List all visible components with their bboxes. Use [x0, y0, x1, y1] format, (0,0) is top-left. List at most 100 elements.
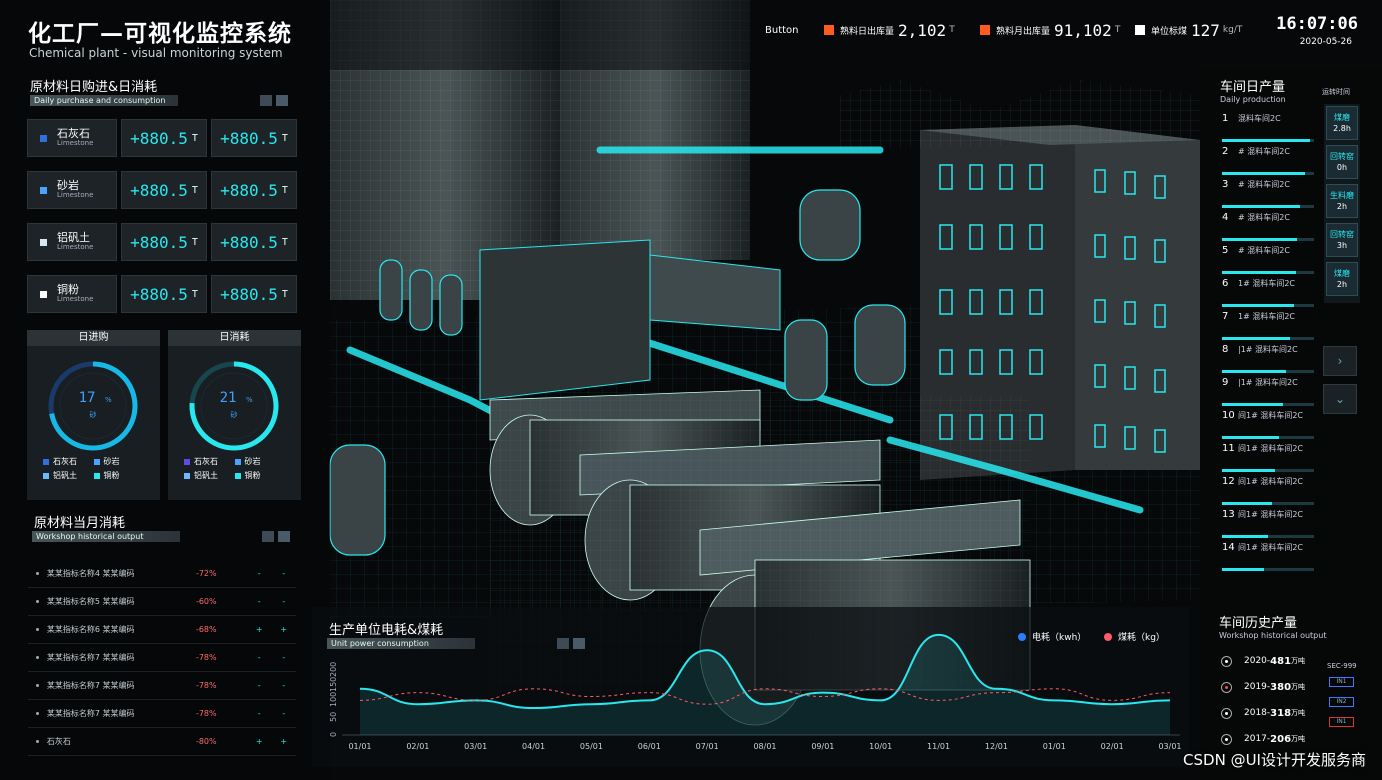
rank-item[interactable]: 5 # 混料车间2C [1222, 245, 1317, 278]
list-item[interactable]: 某某指标名称7 某某编码 -78% - - [28, 672, 296, 700]
rank-label: 间1# 混料车间2C [1238, 444, 1304, 453]
page-title: 化工厂—可视化监控系统 [28, 21, 292, 47]
legend-item: 铜粉 [93, 470, 145, 481]
material-purchase-value: +880.5 T [121, 171, 207, 209]
radio-icon [1221, 707, 1232, 719]
legend-item: 砂岩 [234, 456, 286, 467]
x-tick-label: 01/01 [1043, 742, 1066, 751]
gauge-daily-purchase: 日进购 17 % 砂 石灰石 砂岩 铝矾土 铜粉 [27, 330, 160, 500]
legend-item: 砂岩 [93, 456, 145, 467]
x-tick-label: 12/01 [985, 742, 1008, 751]
rank-item[interactable]: 14 间1# 混料车间2C [1222, 542, 1317, 575]
rank-bar-fill [1222, 271, 1296, 274]
radio-icon [1221, 655, 1232, 667]
gauge-legend: 石灰石 砂岩 铝矾土 铜粉 [168, 456, 301, 481]
rank-bar [1222, 403, 1314, 406]
history-item[interactable]: 2019- 380 万吨 [1221, 674, 1331, 700]
gauge-ring: 17 % 砂 [48, 361, 138, 451]
rank-number: 6 [1222, 278, 1229, 289]
power-consumption-chart: 生产单位电耗&煤耗 Unit power consumption 电耗（kwh）… [312, 607, 1190, 767]
chevron-right-icon[interactable]: › [1323, 346, 1357, 376]
rank-item[interactable]: 4 # 混料车间2C [1222, 212, 1317, 245]
list-item[interactable]: 石灰石 -80% + + [28, 728, 296, 756]
rank-number: 11 [1222, 443, 1235, 454]
settings-icon[interactable] [276, 95, 288, 106]
rank-number: 5 [1222, 245, 1229, 256]
runtime-tile[interactable]: 回转窑 0h [1326, 145, 1358, 179]
page-subtitle: Chemical plant - visual monitoring syste… [29, 46, 283, 60]
rank-label: |1# 混料车间2C [1238, 378, 1298, 387]
runtime-tile[interactable]: 回转窑 3h [1326, 223, 1358, 257]
runtime-tile[interactable]: 煤磨 2.8h [1326, 106, 1358, 140]
gauge-sub: 砂 [231, 410, 238, 419]
clock-time: 16:07:06 [1276, 14, 1358, 34]
x-tick-label: 03/01 [1158, 742, 1181, 751]
rank-number: 10 [1222, 410, 1235, 421]
rank-label: 间1# 混料车间2C [1238, 543, 1304, 552]
x-tick-label: 09/01 [811, 742, 834, 751]
tag-in2: IN2 [1329, 697, 1354, 707]
history-item[interactable]: 2018- 318 万吨 [1221, 700, 1331, 726]
material-color-dot [40, 134, 47, 142]
x-tick-label: 10/01 [869, 742, 892, 751]
tag-in1-alert: IN1 [1329, 717, 1354, 727]
production-title: 车间日产量 [1220, 80, 1286, 95]
list-item[interactable]: 某某指标名称6 某某编码 -68% + + [28, 616, 296, 644]
list-item[interactable]: 某某指标名称7 某某编码 -78% - - [28, 644, 296, 672]
gauge-legend: 石灰石 砂岩 铝矾土 铜粉 [27, 456, 160, 481]
production-rank-list: 1 混料车间2C 2 # 混料车间2C 3 # 混料车间2C 4 # 混料车间2C 5 # 混料车… [1222, 113, 1317, 575]
rank-item[interactable]: 11 间1# 混料车间2C [1222, 443, 1317, 476]
history-subtitle: Workshop historical output [1219, 631, 1327, 640]
rank-bar-fill [1222, 370, 1287, 373]
legend-item: 石灰石 [184, 456, 235, 467]
expand-icon[interactable] [262, 531, 274, 542]
settings-icon[interactable] [278, 531, 290, 542]
rank-label: 间1# 混料车间2C [1238, 477, 1304, 486]
material-consume-value: +880.5 T [211, 119, 297, 157]
monthly-subtitle: Workshop historical output [32, 531, 180, 542]
rank-item[interactable]: 3 # 混料车间2C [1222, 179, 1317, 212]
rank-bar-fill [1222, 238, 1298, 241]
rank-label: 1# 混料车间2C [1238, 312, 1296, 321]
runtime-tile[interactable]: 煤磨 2h [1326, 262, 1358, 296]
gauge-unit: % [105, 396, 112, 404]
rank-item[interactable]: 6 1# 混料车间2C [1222, 278, 1317, 311]
rank-number: 1 [1222, 113, 1229, 124]
rank-item[interactable]: 7 1# 混料车间2C [1222, 311, 1317, 344]
rank-bar-fill [1222, 436, 1280, 439]
gauge-title: 日进购 [27, 330, 160, 346]
legend-item: 铜粉 [234, 470, 286, 481]
chevron-down-icon[interactable]: ⌄ [1323, 384, 1357, 414]
material-purchase-value: +880.5 T [121, 275, 207, 313]
rank-label: 间1# 混料车间2C [1238, 510, 1304, 519]
gauge-value: 21 [220, 390, 237, 406]
rank-item[interactable]: 1 混料车间2C [1222, 113, 1317, 146]
runtime-tile[interactable]: 生料磨 2h [1326, 184, 1358, 218]
rank-item[interactable]: 12 间1# 混料车间2C [1222, 476, 1317, 509]
rank-number: 4 [1222, 212, 1229, 223]
rank-bar [1222, 502, 1314, 505]
rank-number: 8 [1222, 344, 1229, 355]
list-item[interactable]: 某某指标名称5 某某编码 -60% - - [28, 588, 296, 616]
x-tick-label: 11/01 [927, 742, 950, 751]
rank-number: 2 [1222, 146, 1229, 157]
rank-item[interactable]: 10 间1# 混料车间2C [1222, 410, 1317, 443]
list-item[interactable]: 某某指标名称7 某某编码 -78% - - [28, 700, 296, 728]
y-tick-label: 200 [329, 662, 338, 677]
rank-item[interactable]: 9 |1# 混料车间2C [1222, 377, 1317, 410]
header-button[interactable]: Button [765, 22, 799, 38]
material-name-cell: 铝矾土 Limestone [27, 223, 117, 261]
rank-bar [1222, 469, 1314, 472]
expand-icon[interactable] [260, 95, 272, 106]
history-item[interactable]: 2020- 481 万吨 [1221, 648, 1331, 674]
rank-item[interactable]: 8 |1# 混料车间2C [1222, 344, 1317, 377]
history-title: 车间历史产量 [1219, 616, 1298, 631]
material-purchase-value: +880.5 T [121, 119, 207, 157]
rank-item[interactable]: 13 间1# 混料车间2C [1222, 509, 1317, 542]
gauge-daily-consumption: 日消耗 21 % 砂 石灰石 砂岩 铝矾土 铜粉 [168, 330, 301, 500]
gauge-ring: 21 % 砂 [189, 361, 279, 451]
radio-icon [1221, 681, 1232, 693]
rank-bar-fill [1222, 469, 1276, 472]
list-item[interactable]: 某某指标名称4 某某编码 -72% - - [28, 560, 296, 588]
rank-item[interactable]: 2 # 混料车间2C [1222, 146, 1317, 179]
